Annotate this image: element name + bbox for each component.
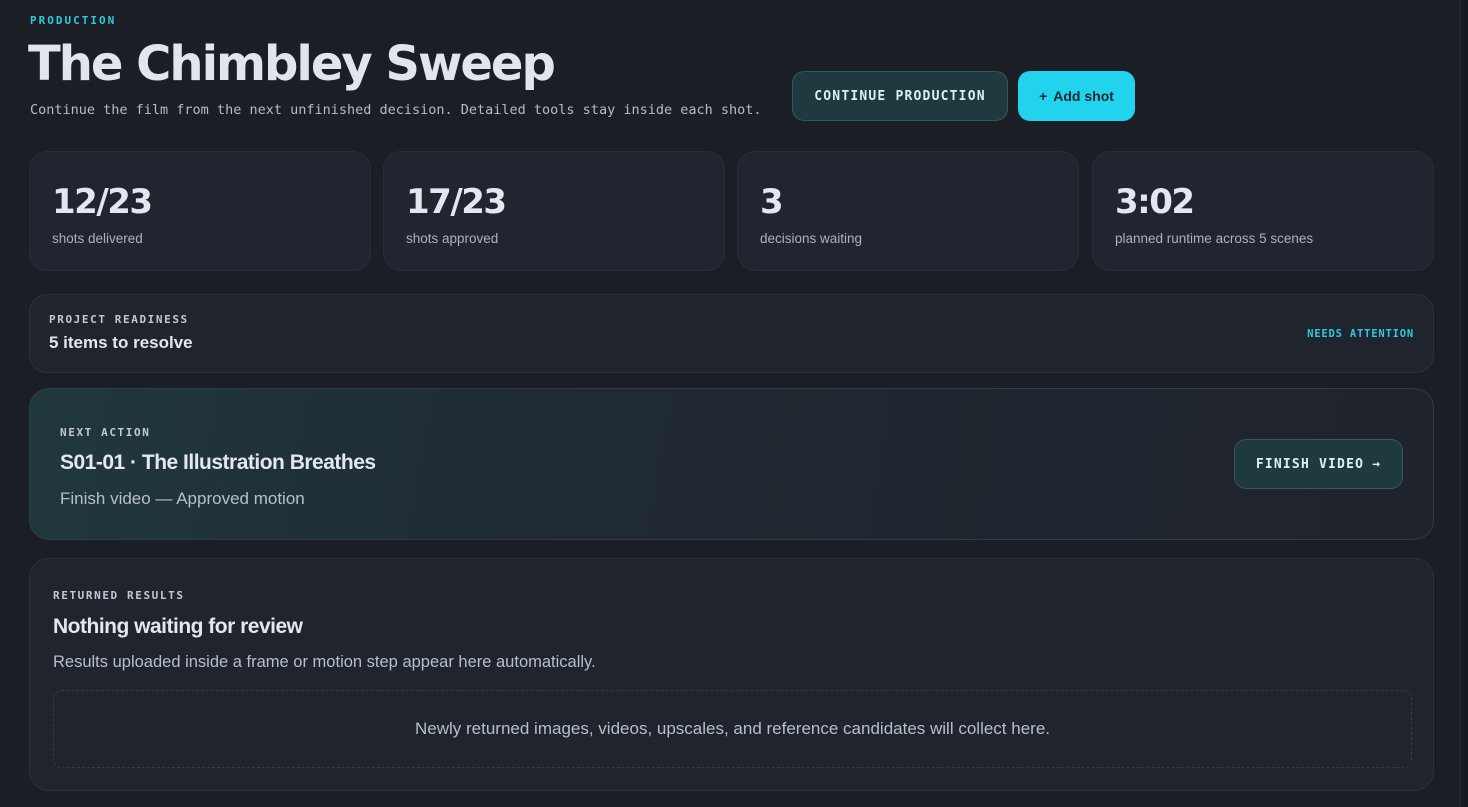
next-action-detail: Finish video — Approved motion — [60, 489, 305, 508]
arrow-right-icon: → — [1372, 456, 1382, 472]
stat-card-delivered: 12/23 shots delivered — [29, 151, 371, 271]
stat-value: 3 — [760, 182, 784, 222]
plus-icon: + — [1039, 88, 1048, 104]
readiness-label: PROJECT READINESS — [49, 313, 189, 326]
project-readiness-panel[interactable]: PROJECT READINESS 5 items to resolve NEE… — [29, 294, 1434, 373]
returned-results-heading: Nothing waiting for review — [53, 615, 303, 638]
add-shot-label: Add shot — [1053, 88, 1114, 104]
next-action-shot-title: S01-01 · The Illustration Breathes — [60, 451, 376, 474]
stat-label: shots delivered — [52, 231, 143, 246]
finish-video-label: FINISH VIDEO — [1255, 456, 1365, 472]
page-subtitle: Continue the film from the next unfinish… — [30, 102, 762, 118]
finish-video-button[interactable]: FINISH VIDEO → — [1234, 439, 1403, 489]
stat-value: 17/23 — [406, 182, 507, 222]
production-page: PRODUCTION The Chimbley Sweep Continue t… — [0, 0, 1468, 807]
section-eyebrow: PRODUCTION — [30, 14, 117, 27]
stat-label: shots approved — [406, 231, 499, 246]
stat-label: decisions waiting — [760, 231, 863, 246]
dropzone-empty-text: Newly returned images, videos, upscales,… — [415, 719, 1050, 738]
returned-results-label: RETURNED RESULTS — [53, 589, 185, 602]
stat-card-runtime: 3:02 planned runtime across 5 scenes — [1092, 151, 1434, 271]
stat-value: 12/23 — [52, 182, 153, 222]
results-dropzone: Newly returned images, videos, upscales,… — [53, 690, 1412, 768]
returned-results-description: Results uploaded inside a frame or motio… — [53, 653, 596, 671]
returned-results-panel: RETURNED RESULTS Nothing waiting for rev… — [29, 558, 1434, 791]
add-shot-button[interactable]: + Add shot — [1018, 71, 1135, 121]
readiness-status-badge: NEEDS ATTENTION — [1307, 328, 1414, 340]
page-title: The Chimbley Sweep — [28, 36, 556, 92]
stat-label: planned runtime across 5 scenes — [1115, 231, 1314, 246]
continue-production-button[interactable]: CONTINUE PRODUCTION — [792, 71, 1008, 121]
stat-value: 3:02 — [1115, 182, 1195, 222]
scrollbar-track[interactable] — [1460, 0, 1468, 807]
readiness-value: 5 items to resolve — [49, 333, 193, 352]
continue-production-label: CONTINUE PRODUCTION — [814, 88, 986, 104]
stat-card-decisions: 3 decisions waiting — [737, 151, 1079, 271]
stat-card-approved: 17/23 shots approved — [383, 151, 725, 271]
next-action-card: NEXT ACTION S01-01 · The Illustration Br… — [29, 388, 1434, 540]
next-action-label: NEXT ACTION — [60, 426, 151, 439]
